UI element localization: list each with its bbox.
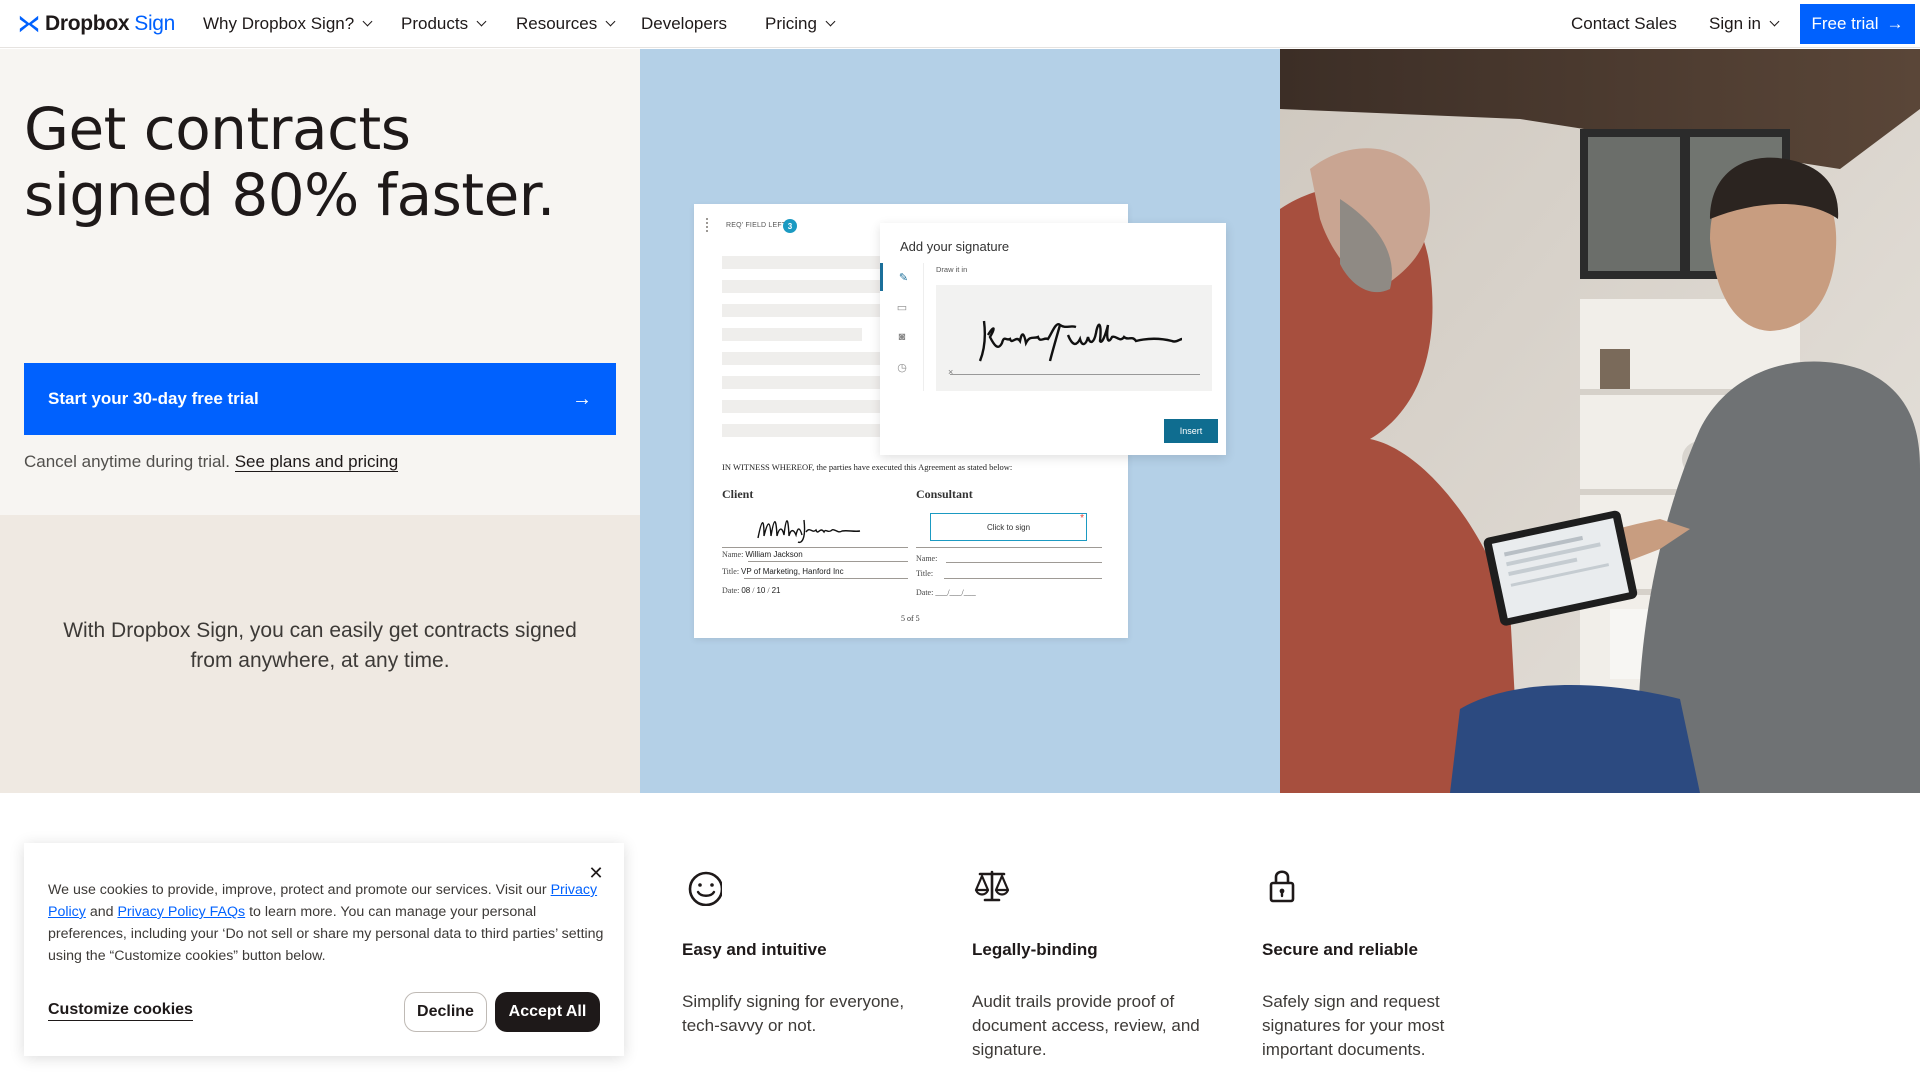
draw-mode-tab[interactable]: ✎ <box>880 263 924 291</box>
client-signature-image <box>757 519 861 544</box>
text-placeholder <box>722 304 882 317</box>
hero-headline: Get contracts signed 80% faster. <box>24 95 555 229</box>
clock-icon: ◷ <box>897 361 907 374</box>
cookie-message: We use cookies to provide, improve, prot… <box>48 882 604 964</box>
client-title-field: Title: VP of Marketing, Hanford Inc <box>722 567 844 576</box>
chevron-down-icon <box>476 16 487 27</box>
scales-icon <box>974 870 1010 902</box>
arrow-right-icon: → <box>1886 14 1904 33</box>
text-placeholder <box>722 328 862 341</box>
feature-description: Simplify signing for everyone, tech-savv… <box>682 992 905 1035</box>
field-line <box>946 562 1102 563</box>
client-name-field: Name: William Jackson <box>722 550 803 559</box>
logo-text: Dropbox Sign <box>45 12 176 35</box>
text-placeholder <box>722 424 897 437</box>
text-placeholder <box>722 352 902 365</box>
arrow-right-icon: → <box>572 387 592 410</box>
feature-legally-binding: Legally-binding Audit trails provide pro… <box>972 866 1222 1059</box>
camera-icon: ◙ <box>898 331 906 343</box>
field-line <box>748 561 908 562</box>
nav-why-dropbox-sign[interactable]: Why Dropbox Sign? <box>203 0 373 48</box>
nav-pricing[interactable]: Pricing <box>765 0 836 48</box>
keyboard-icon: ▭ <box>896 301 908 314</box>
witness-clause: IN WITNESS WHEREOF, the parties have exe… <box>722 462 1013 472</box>
required-star-icon: * <box>1080 513 1084 524</box>
signature-line <box>916 547 1102 548</box>
free-trial-button[interactable]: Free trial → <box>1800 4 1915 44</box>
smiley-icon <box>688 871 724 907</box>
dropbox-sign-icon <box>19 15 39 33</box>
start-free-trial-button[interactable]: Start your 30-day free trial → <box>24 363 616 435</box>
accept-all-button[interactable]: Accept All <box>495 992 600 1032</box>
insert-signature-button[interactable]: Insert <box>1164 419 1218 443</box>
two-men-tablet-photo <box>1280 49 1920 793</box>
nav-developers[interactable]: Developers <box>641 0 727 48</box>
decline-button[interactable]: Decline <box>404 992 487 1032</box>
clear-signature-icon[interactable]: × <box>948 367 953 377</box>
feature-description: Audit trails provide proof of document a… <box>972 992 1200 1059</box>
upload-mode-tab[interactable]: ◙ <box>880 323 924 351</box>
chevron-down-icon <box>605 16 616 27</box>
chevron-down-icon <box>1769 16 1780 27</box>
consultant-date-field: Date: ___/___/___ <box>916 588 976 597</box>
dropbox-sign-logo[interactable]: Dropbox Sign <box>18 12 175 36</box>
top-nav: Dropbox Sign Why Dropbox Sign? Products R… <box>0 0 1920 48</box>
add-signature-modal: Add your signature ✎ ▭ ◙ ◷ Draw it in × … <box>880 223 1226 455</box>
modal-title: Add your signature <box>900 239 1010 254</box>
chevron-down-icon <box>825 16 836 27</box>
field-line <box>744 578 908 579</box>
drawn-signature-image <box>978 320 1183 362</box>
feature-secure-reliable: Secure and reliable Safely sign and requ… <box>1262 866 1512 1059</box>
hero-photo <box>1280 49 1920 793</box>
signature-draw-area[interactable]: × <box>936 285 1212 391</box>
nav-resources[interactable]: Resources <box>516 0 616 48</box>
privacy-faqs-link[interactable]: Privacy Policy FAQs <box>117 904 245 920</box>
click-to-sign-field[interactable]: Click to sign * <box>930 513 1087 541</box>
signature-baseline <box>950 374 1200 375</box>
type-mode-tab[interactable]: ▭ <box>880 293 924 321</box>
text-placeholder <box>722 400 892 413</box>
consultant-title-field: Title: <box>916 569 934 578</box>
client-date-field: Date: 08 / 10 / 21 <box>722 586 781 595</box>
customize-cookies-link[interactable]: Customize cookies <box>48 1001 193 1021</box>
draw-it-in-label: Draw it in <box>936 265 968 274</box>
feature-title: Secure and reliable <box>1262 940 1418 959</box>
drag-handle-icon <box>706 218 710 232</box>
feature-title: Legally-binding <box>972 940 1098 959</box>
consultant-name-field: Name: <box>916 554 938 563</box>
nav-products[interactable]: Products <box>401 0 487 48</box>
text-placeholder <box>722 376 898 389</box>
contact-sales-link[interactable]: Contact Sales <box>1571 0 1677 48</box>
signature-mode-tabs: ✎ ▭ ◙ ◷ <box>880 263 924 391</box>
saved-mode-tab[interactable]: ◷ <box>880 353 924 381</box>
plans-pricing-link[interactable]: See plans and pricing <box>234 452 399 472</box>
required-fields-count: 3 <box>783 219 797 233</box>
pen-icon: ✎ <box>898 271 909 284</box>
required-fields-label: REQ' FIELD LEFT <box>726 222 787 229</box>
sign-in-menu[interactable]: Sign in <box>1709 0 1780 48</box>
hero-subtext: With Dropbox Sign, you can easily get co… <box>63 619 577 672</box>
page-number: 5 of 5 <box>901 614 920 623</box>
cookie-banner: ✕ We use cookies to provide, improve, pr… <box>24 843 624 1056</box>
feature-title: Easy and intuitive <box>682 940 827 959</box>
feature-easy-intuitive: Easy and intuitive Simplify signing for … <box>682 866 932 1035</box>
text-placeholder <box>722 280 904 293</box>
cancel-anytime-text: Cancel anytime during trial. See plans a… <box>24 452 399 472</box>
feature-description: Safely sign and request signatures for y… <box>1262 992 1445 1059</box>
field-line <box>944 578 1102 579</box>
signature-line <box>722 547 908 548</box>
product-mockup-panel: REQ' FIELD LEFT 3 IN WITNESS WHEREOF, th… <box>640 49 1280 793</box>
consultant-heading: Consultant <box>916 487 973 501</box>
chevron-down-icon <box>362 16 373 27</box>
lock-icon <box>1269 870 1295 903</box>
client-heading: Client <box>722 487 754 501</box>
